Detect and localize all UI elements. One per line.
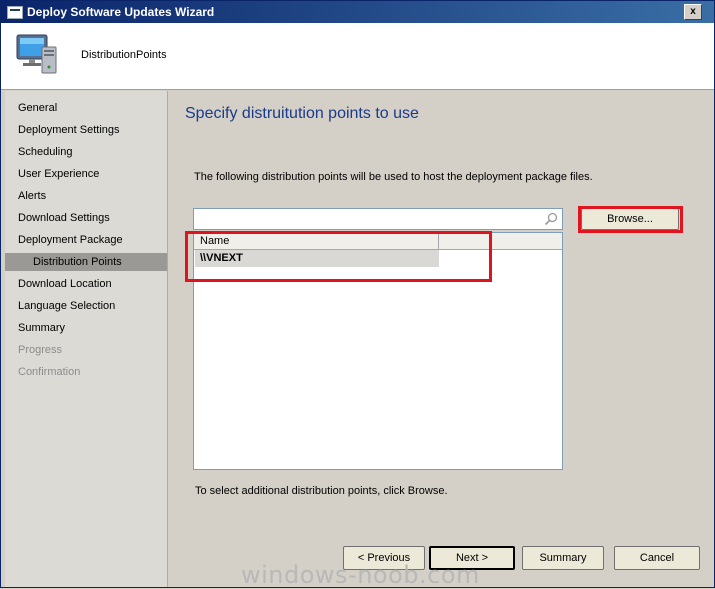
sidebar-nav: General Deployment Settings Scheduling U… — [5, 91, 168, 587]
wizard-window: Deploy Software Updates Wizard x Distrib… — [0, 0, 715, 589]
sidebar-item-language-selection[interactable]: Language Selection — [5, 297, 167, 315]
list-item[interactable]: \\VNEXT — [195, 250, 439, 267]
sidebar-item-summary[interactable]: Summary — [5, 319, 167, 337]
title-bar[interactable]: Deploy Software Updates Wizard x — [1, 1, 714, 23]
app-icon — [7, 6, 23, 19]
sidebar-item-deployment-package[interactable]: Deployment Package — [5, 231, 167, 249]
sidebar-item-alerts[interactable]: Alerts — [5, 187, 167, 205]
wizard-header: DistributionPoints — [1, 23, 714, 90]
close-button[interactable]: x — [684, 4, 702, 20]
watermark: windows-noob.com — [241, 561, 480, 589]
sidebar-item-confirmation: Confirmation — [18, 366, 81, 378]
search-icon[interactable] — [544, 212, 558, 226]
summary-button[interactable]: Summary — [522, 546, 604, 570]
search-input[interactable] — [196, 210, 540, 230]
sidebar-item-general[interactable]: General — [5, 99, 167, 117]
distribution-points-list[interactable]: Name \\VNEXT — [193, 232, 563, 470]
browse-button[interactable]: Browse... — [581, 208, 679, 230]
sidebar-item-scheduling[interactable]: Scheduling — [5, 143, 167, 161]
column-header-name[interactable]: Name — [194, 233, 439, 249]
cancel-button[interactable]: Cancel — [614, 546, 700, 570]
column-header-empty — [439, 233, 562, 249]
page-name: DistributionPoints — [81, 49, 167, 61]
description-text: The following distribution points will b… — [194, 171, 593, 183]
search-field[interactable] — [193, 208, 563, 230]
sidebar-item-deployment-settings[interactable]: Deployment Settings — [5, 121, 167, 139]
sidebar-item-download-location[interactable]: Download Location — [5, 275, 167, 293]
window-title: Deploy Software Updates Wizard — [27, 5, 215, 19]
sidebar-item-distribution-points[interactable]: Distribution Points — [5, 253, 167, 271]
sidebar-item-user-experience[interactable]: User Experience — [5, 165, 167, 183]
list-header: Name — [194, 233, 562, 250]
page-title: Specify distruitution points to use — [185, 105, 419, 122]
hint-text: To select additional distribution points… — [195, 485, 448, 497]
main-content: Specify distruitution points to use The … — [168, 91, 714, 587]
computer-icon — [16, 34, 57, 74]
sidebar-item-progress: Progress — [18, 344, 63, 356]
sidebar-item-download-settings[interactable]: Download Settings — [5, 209, 167, 227]
